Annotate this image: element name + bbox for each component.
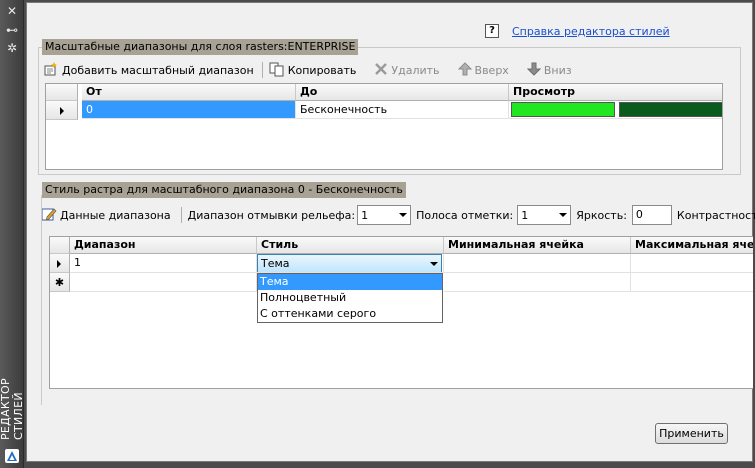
cell-range[interactable]: 1 <box>70 254 257 273</box>
new-cell-range[interactable] <box>70 273 257 292</box>
edit-data-icon <box>41 206 57 225</box>
relief-select[interactable]: 1 <box>357 205 412 225</box>
help-link[interactable]: Справка редактора стилей <box>512 25 670 38</box>
delete-icon <box>374 62 388 79</box>
range-data-label: Данные диапазона <box>60 208 171 222</box>
preview-swatch-2 <box>618 102 722 117</box>
raster-style-title: Стиль растра для масштабного диапазона 0… <box>42 182 406 198</box>
arrow-down-icon <box>526 62 542 79</box>
column-range[interactable]: Диапазон <box>70 237 257 254</box>
delete-label: Удалить <box>391 63 440 77</box>
scale-ranges-title: Масштабные диапазоны для слоя rasters:EN… <box>42 39 359 55</box>
scale-ranges-grid: От До Просмотр 0 Бесконечность <box>45 83 723 170</box>
add-scale-range-label: Добавить масштабный диапазон <box>62 63 254 77</box>
add-range-icon <box>43 61 59 80</box>
group-border <box>41 195 42 405</box>
close-icon[interactable]: ✕ <box>4 4 20 18</box>
style-option-theme[interactable]: Тема <box>258 274 442 290</box>
palette-titlebar: ✕ ⊷ ✲ РЕДАКТОР СТИЛЕЙ <box>0 0 25 468</box>
move-down-label: Вниз <box>543 63 572 77</box>
new-row-marker[interactable]: ✱ <box>50 273 70 292</box>
column-preview[interactable]: Просмотр <box>509 84 722 101</box>
column-min-cell[interactable]: Минимальная ячейка <box>444 237 631 254</box>
apply-button[interactable]: Применить <box>655 423 728 444</box>
style-select-value: Тема <box>261 256 290 270</box>
band-value: 1 <box>521 208 529 222</box>
cell-max-cell[interactable] <box>631 254 753 273</box>
row-selector[interactable] <box>46 101 78 120</box>
grid-corner <box>50 237 70 254</box>
chevron-down-icon <box>559 213 568 217</box>
cell-style[interactable]: Тема <box>257 254 444 273</box>
cell-to[interactable]: Бесконечность <box>296 101 509 119</box>
move-down-button[interactable]: Вниз <box>526 62 572 79</box>
chevron-down-icon <box>430 262 438 266</box>
preview-swatch-1 <box>511 102 615 117</box>
new-cell-min[interactable] <box>444 273 631 292</box>
row-selector[interactable] <box>50 254 70 273</box>
copy-icon <box>269 61 285 80</box>
column-to[interactable]: До <box>296 84 509 101</box>
delete-button[interactable]: Удалить <box>374 62 440 79</box>
scale-toolbar: Добавить масштабный диапазон Копировать … <box>43 59 590 81</box>
contrast-label: Контрастность: <box>676 208 755 222</box>
auto-hide-icon[interactable]: ⊷ <box>4 23 20 37</box>
relief-value: 1 <box>361 208 369 222</box>
cell-preview <box>509 101 722 119</box>
chevron-down-icon <box>399 213 408 217</box>
column-from[interactable]: От <box>82 84 296 101</box>
style-select[interactable]: Тема <box>257 254 442 272</box>
help-icon[interactable]: ? <box>485 24 499 38</box>
band-select[interactable]: 1 <box>517 205 572 225</box>
arrow-up-icon <box>457 61 472 79</box>
add-scale-range-button[interactable]: Добавить масштабный диапазон <box>43 61 254 80</box>
new-cell-max[interactable] <box>631 273 753 292</box>
brightness-label: Яркость: <box>576 208 627 222</box>
cell-from[interactable]: 0 <box>82 101 296 119</box>
autocad-logo-icon <box>5 449 19 463</box>
palette-title: РЕДАКТОР СТИЛЕЙ <box>0 378 25 440</box>
help-row: ? Справка редактора стилей <box>485 22 670 40</box>
grid-corner <box>46 84 78 101</box>
style-option-grayscale[interactable]: С оттенками серого <box>258 306 442 322</box>
cell-min-cell[interactable] <box>444 254 631 273</box>
style-dropdown-list: Тема Полноцветный С оттенками серого <box>257 273 443 323</box>
relief-label: Диапазон отмывки рельефа: <box>187 208 356 222</box>
raster-toolbar: Данные диапазона Диапазон отмывки рельеф… <box>41 204 755 226</box>
copy-button[interactable]: Копировать <box>269 61 357 80</box>
brightness-input[interactable]: 0 <box>631 205 672 225</box>
raster-ranges-grid: Диапазон Стиль Минимальная ячейка Максим… <box>49 236 753 389</box>
band-label: Полоса отметки: <box>416 208 514 222</box>
copy-label: Копировать <box>287 63 357 77</box>
column-max-cell[interactable]: Максимальная яче <box>631 237 753 254</box>
move-up-button[interactable]: Вверх <box>457 61 509 79</box>
toolbar-separator <box>180 207 182 223</box>
toolbar-separator <box>261 62 263 78</box>
style-option-fullcolor[interactable]: Полноцветный <box>258 290 442 306</box>
column-style[interactable]: Стиль <box>257 237 444 254</box>
properties-icon[interactable]: ✲ <box>4 41 20 55</box>
style-editor-panel: ? Справка редактора стилей Масштабные ди… <box>26 2 755 462</box>
range-data-button[interactable]: Данные диапазона <box>41 206 171 225</box>
move-up-label: Вверх <box>474 63 509 77</box>
